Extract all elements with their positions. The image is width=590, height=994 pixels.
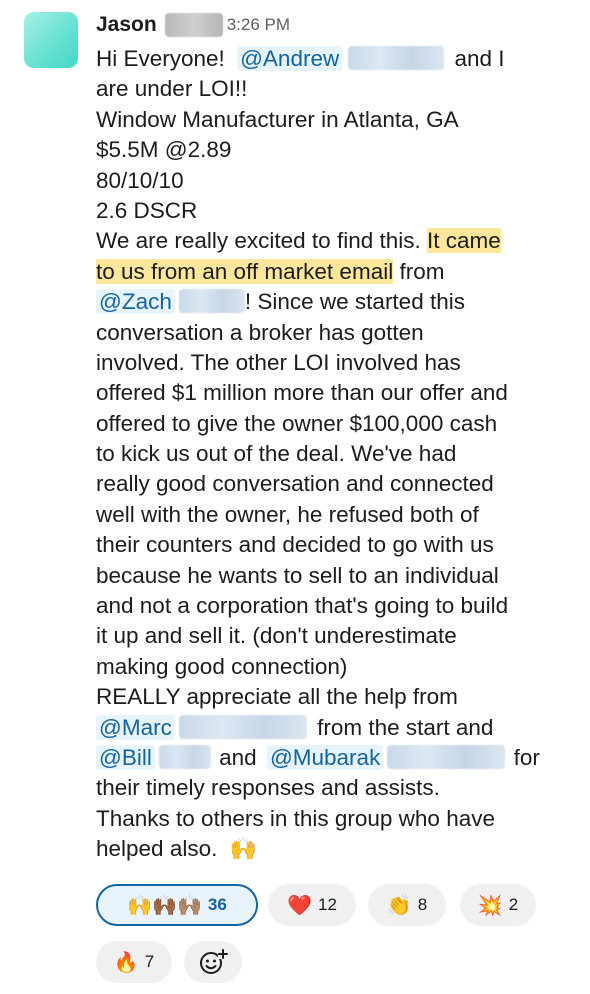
mention-marc[interactable]: @Marc bbox=[96, 714, 175, 740]
reaction-count: 8 bbox=[417, 895, 428, 914]
mention-andrew[interactable]: @Andrew bbox=[237, 46, 343, 71]
text-line: Window Manufacturer in Atlanta, GA bbox=[96, 106, 459, 132]
sender-last-name-redacted bbox=[164, 13, 223, 37]
redacted-name bbox=[348, 46, 445, 70]
redacted-name bbox=[178, 714, 307, 739]
text-line: conversation a broker has gotten bbox=[96, 319, 424, 345]
reaction-boom[interactable]: 💥 2 bbox=[460, 884, 536, 926]
text-line: from bbox=[393, 258, 445, 284]
reaction-count: 2 bbox=[508, 895, 519, 914]
text-line: offered $1 million more than our offer a… bbox=[96, 380, 508, 406]
text-line: really good conversation and connected bbox=[96, 471, 494, 497]
text-line: and I bbox=[454, 46, 505, 71]
sender-name[interactable]: Jason bbox=[96, 13, 157, 37]
message-header: Jason 3:26 PM bbox=[96, 10, 290, 40]
add-reaction-button[interactable] bbox=[184, 941, 242, 983]
text-line: making good connection) bbox=[96, 653, 348, 679]
raised-hands-emoji: 🙌 bbox=[229, 836, 258, 862]
text-line: well with the owner, he refused both of bbox=[96, 501, 479, 527]
highlighted-text: to us from an off market email bbox=[96, 258, 394, 284]
text-line: Thanks to others in this group who have bbox=[96, 805, 495, 831]
mention-bill[interactable]: @Bill bbox=[96, 744, 155, 770]
text-line: We are really excited to find this. bbox=[96, 228, 427, 254]
text-line: $5.5M @2.89 bbox=[96, 137, 232, 163]
text-line: Hi Everyone! bbox=[96, 46, 225, 71]
text-line: for bbox=[513, 744, 540, 770]
text-line: it up and sell it. (don't underestimate bbox=[96, 623, 457, 649]
add-reaction-icon bbox=[200, 949, 228, 974]
text-line: offered to give the owner $100,000 cash bbox=[96, 410, 498, 436]
clap-icon: 👏 bbox=[386, 894, 412, 917]
redacted-name bbox=[387, 744, 506, 769]
text-line: because he wants to sell to an individua… bbox=[96, 562, 499, 588]
text-line: and bbox=[219, 744, 257, 770]
reaction-count: 36 bbox=[207, 895, 227, 914]
text-line: 80/10/10 bbox=[96, 167, 184, 193]
text-line: 2.6 DSCR bbox=[96, 197, 198, 223]
reaction-heart[interactable]: ❤️ 12 bbox=[268, 884, 356, 926]
reaction-count: 12 bbox=[317, 895, 337, 914]
mention-mubarak[interactable]: @Mubarak bbox=[266, 744, 384, 770]
text-line: their counters and decided to go with us bbox=[96, 532, 494, 558]
redacted-name bbox=[158, 744, 211, 769]
text-line: ! Since we started this bbox=[244, 289, 465, 315]
mention-zach[interactable]: @Zach bbox=[96, 289, 175, 315]
reaction-clap[interactable]: 👏 8 bbox=[368, 884, 446, 926]
text-line: involved. The other LOI involved has bbox=[96, 349, 461, 375]
boom-icon: 💥 bbox=[477, 894, 503, 917]
text-line: their timely responses and assists. bbox=[96, 775, 440, 801]
text-line: REALLY appreciate all the help from bbox=[96, 684, 458, 710]
text-line: to kick us out of the deal. We've had bbox=[96, 441, 457, 467]
avatar[interactable] bbox=[24, 12, 78, 68]
text-line: helped also. bbox=[96, 836, 218, 862]
reaction-raised-hands[interactable]: 🙌🙌🏾🙌🏽 36 bbox=[96, 884, 258, 926]
text-line: and not a corporation that's going to bu… bbox=[96, 593, 509, 619]
heart-icon: ❤️ bbox=[287, 894, 312, 917]
raised-hands-icon: 🙌🙌🏾🙌🏽 bbox=[127, 894, 202, 917]
text-line: are under LOI!! bbox=[96, 76, 248, 102]
fire-icon: 🔥 bbox=[113, 951, 139, 974]
text-line: from the start and bbox=[317, 714, 494, 740]
reaction-count: 7 bbox=[144, 952, 155, 971]
timestamp[interactable]: 3:26 PM bbox=[227, 15, 290, 35]
message-body: Hi Everyone! @Andrew and I are under LOI… bbox=[96, 44, 566, 865]
reaction-fire[interactable]: 🔥 7 bbox=[96, 941, 172, 983]
redacted-name bbox=[178, 289, 245, 314]
highlighted-text: It came bbox=[427, 228, 501, 254]
